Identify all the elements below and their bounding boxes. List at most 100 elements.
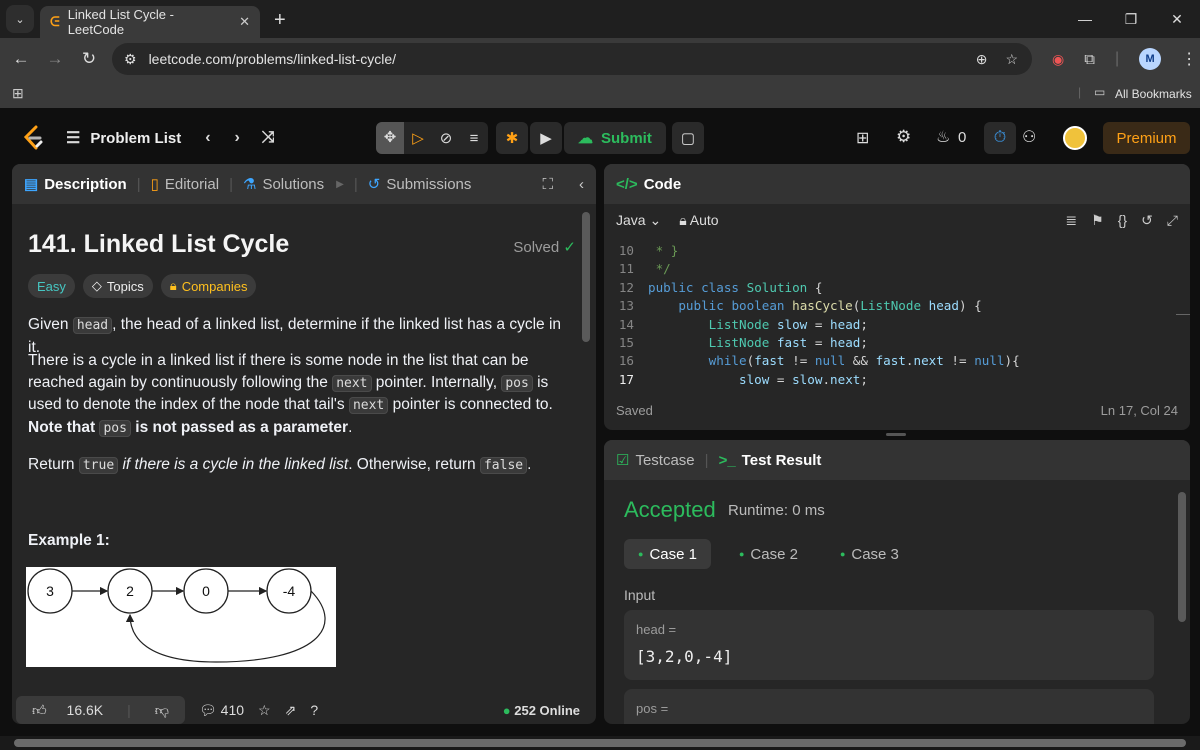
restore-icon[interactable]: ❐ (1108, 11, 1154, 28)
dislike-button[interactable]: 👎︎ (139, 702, 185, 719)
tab-test-result[interactable]: >_ Test Result (719, 452, 822, 469)
folder-icon: ▭ (1094, 85, 1106, 99)
head-label: head = (636, 622, 677, 637)
menu-icon[interactable]: ⋮ (1181, 49, 1197, 69)
shuffle-icon[interactable]: ⤨ (262, 129, 275, 147)
collapse-left-icon[interactable]: ‹ (579, 176, 584, 193)
panel-resize-handle[interactable] (886, 433, 906, 436)
case-2-tab[interactable]: ● Case 2 (725, 539, 812, 569)
bookmark-icon[interactable]: ⚑ (1091, 212, 1104, 229)
new-tab-button[interactable]: + (274, 9, 286, 32)
result-scrollbar[interactable] (1178, 492, 1186, 622)
description-paragraph-2: There is a cycle in a linked list if the… (28, 352, 553, 437)
topics-chip[interactable]: ◇ Topics (82, 274, 153, 298)
maximize-icon[interactable]: ⛶ (542, 176, 553, 193)
description-scrollbar[interactable] (582, 212, 590, 342)
pos-label: pos = (636, 701, 669, 716)
description-paragraph-3: Return true if there is a cycle in the l… (28, 456, 532, 474)
problem-list-icon[interactable]: ☰ (66, 128, 80, 148)
braces-icon[interactable]: {} (1118, 212, 1127, 229)
user-avatar[interactable] (1063, 126, 1087, 150)
run-button[interactable]: ▶ (530, 122, 562, 154)
prev-problem-icon[interactable]: ‹ (205, 129, 210, 147)
settings-sliders-icon[interactable]: ≡ (460, 130, 488, 147)
premium-button[interactable]: Premium (1103, 122, 1190, 154)
problem-list-link[interactable]: Problem List (90, 130, 181, 147)
back-icon[interactable]: ← (4, 49, 38, 69)
minimize-icon[interactable]: — (1062, 11, 1108, 27)
tab-testcase[interactable]: ☑ Testcase (616, 451, 695, 470)
submit-button[interactable]: ☁ Submit (564, 122, 666, 154)
autosave-mode[interactable]: 🔒︎ Auto (679, 212, 718, 229)
code-line: 12 public class Solution { (618, 279, 823, 295)
tab-search-button[interactable]: ⌄ (6, 5, 34, 33)
run-outline-icon[interactable]: ▷ (404, 129, 432, 147)
extension-record-icon[interactable]: ◉ (1052, 51, 1064, 68)
like-dislike-group: 👍︎ 16.6K | 👎︎ (16, 696, 185, 724)
code-tab-label[interactable]: Code (644, 176, 682, 193)
tab-solutions[interactable]: ⚗ Solutions ▶ (243, 175, 344, 194)
lock-icon: 🔒︎ (679, 211, 687, 228)
difficulty-badge[interactable]: Easy (28, 274, 75, 298)
format-icon[interactable]: ≣ (1065, 212, 1077, 229)
close-tab-icon[interactable]: ✕ (239, 14, 250, 30)
input-label: Input (624, 587, 656, 603)
site-info-icon[interactable]: ⚙ (124, 51, 137, 68)
case-3-tab[interactable]: ● Case 3 (826, 539, 913, 569)
leetcode-logo-icon[interactable] (20, 124, 46, 152)
next-problem-icon[interactable]: › (235, 129, 240, 147)
language-select[interactable]: Java ⌄ (616, 212, 661, 229)
code-panel-header: </> Code (604, 164, 1190, 204)
expand-icon[interactable]: ⤢ (1167, 212, 1178, 229)
hide-icon[interactable]: ⊘ (432, 129, 460, 147)
leetcode-favicon-icon: ᕮ (50, 14, 60, 29)
layout-grid-icon[interactable]: ⊞ (856, 128, 869, 148)
url-field[interactable]: ⚙ leetcode.com/problems/linked-list-cycl… (112, 43, 1032, 75)
document-icon: ▤ (24, 176, 39, 193)
tab-description[interactable]: ▤ Description (24, 175, 127, 194)
online-count: ● 252 Online (502, 702, 580, 718)
move-icon[interactable]: ✥ (376, 122, 404, 154)
tab-submissions[interactable]: ↺ Submissions (367, 175, 472, 194)
zoom-icon[interactable]: ⊕ (976, 51, 988, 68)
all-bookmarks-link[interactable]: All Bookmarks (1115, 87, 1192, 101)
note-icon: ▢ (680, 130, 696, 147)
close-window-icon[interactable]: ✕ (1154, 11, 1200, 28)
settings-gear-icon[interactable]: ⚙ (896, 127, 911, 147)
browser-tab[interactable]: ᕮ Linked List Cycle - LeetCode ✕ (40, 6, 260, 38)
share-icon[interactable]: ⇗ (285, 702, 297, 719)
help-icon[interactable]: ? (310, 702, 318, 718)
note-button[interactable]: ▢ (672, 122, 704, 154)
debug-button[interactable]: ✱ (496, 122, 528, 154)
cursor-position: Ln 17, Col 24 (1100, 403, 1178, 418)
case-1-tab[interactable]: ● Case 1 (624, 539, 711, 569)
companies-chip[interactable]: 🔒︎ Companies (160, 274, 257, 298)
code-editor[interactable]: 10 * } 11 */ 12 public class Solution { 1… (604, 242, 1174, 389)
checkbox-icon: ☑ (616, 452, 630, 469)
reset-icon[interactable]: ↺ (1141, 212, 1153, 229)
history-icon: ↺ (367, 176, 381, 193)
like-button[interactable]: 👍︎ 16.6K (16, 702, 119, 719)
description-footer: 👍︎ 16.6K | 👎︎ 💬︎ 410 ☆ ⇗ ? ● 252 Online (12, 692, 592, 724)
reload-icon[interactable]: ↻ (72, 49, 106, 69)
timer-button[interactable]: ⏱ (984, 122, 1016, 154)
apps-grid-icon[interactable]: ⊞ (12, 85, 24, 102)
comments-button[interactable]: 💬︎ 410 (199, 702, 244, 719)
streak-flame-icon[interactable]: ♨ (936, 127, 950, 147)
book-icon: ▯ (150, 176, 159, 193)
thumbs-up-icon: 👍︎ (32, 701, 47, 718)
description-panel: ▤ Description | ▯ Editorial | ⚗ Solutions ▶ … (12, 164, 596, 724)
profile-avatar[interactable]: M (1139, 48, 1162, 70)
editor-minimap-divider (1176, 314, 1190, 315)
code-line: 13 public boolean hasCycle(ListNode head… (618, 298, 982, 314)
tab-editorial[interactable]: ▯ Editorial (150, 175, 219, 194)
thumbs-down-icon: 👎︎ (154, 701, 169, 718)
head-input-box: head = [3,2,0,-4] (624, 610, 1154, 680)
code-line: 16 while(fast != null && fast.next != nu… (618, 353, 1020, 369)
forward-icon[interactable]: → (38, 49, 72, 69)
favorite-star-icon[interactable]: ☆ (258, 702, 271, 719)
add-collaborator-icon[interactable]: ⚇ (1022, 127, 1036, 147)
extensions-icon[interactable]: ⧉ (1084, 51, 1095, 68)
bookmark-star-icon[interactable]: ☆ (1005, 51, 1018, 68)
page-horizontal-scrollbar[interactable] (0, 736, 1200, 750)
